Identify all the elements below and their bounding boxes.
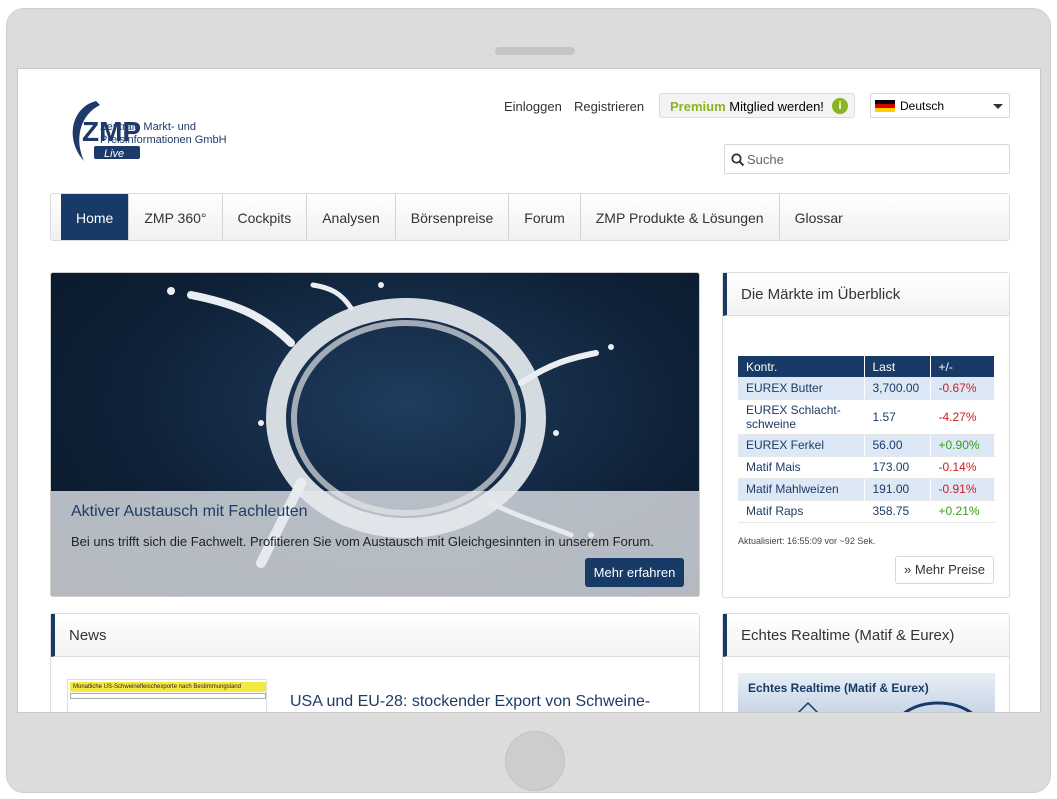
nav-zmp-360[interactable]: ZMP 360° — [129, 194, 223, 240]
hero-caption: Aktiver Austausch mit Fachleuten Bei uns… — [51, 491, 699, 596]
market-last-cell: 358.75 — [864, 500, 931, 523]
language-label: Deutsch — [900, 99, 945, 113]
column-header: +/- — [930, 356, 995, 377]
market-change-cell: +0.90% — [930, 434, 995, 457]
nav-boersenpreise[interactable]: Börsenpreise — [396, 194, 510, 240]
market-last-cell: 3,700.00 — [864, 377, 931, 400]
german-flag-icon — [875, 100, 895, 112]
more-prices-button[interactable]: » Mehr Preise — [895, 556, 994, 584]
premium-label: Mitglied werden! — [725, 99, 824, 114]
nav-glossar[interactable]: Glossar — [780, 194, 858, 240]
tablet-home-button[interactable] — [505, 731, 565, 791]
column-header: Kontr. — [738, 356, 865, 377]
info-icon: i — [832, 98, 848, 114]
table-row[interactable]: Matif Mais 173.00 -0.14% — [738, 456, 995, 479]
market-last-cell: 191.00 — [864, 478, 931, 501]
table-row[interactable]: EUREX Ferkel 56.00 +0.90% — [738, 434, 995, 457]
chevron-down-icon — [993, 104, 1003, 109]
column-header: Last — [864, 356, 931, 377]
language-select[interactable]: Deutsch — [870, 93, 1010, 118]
search-icon — [731, 153, 745, 167]
main-nav: Home ZMP 360° Cockpits Analysen Börsenpr… — [50, 193, 1010, 241]
logo-sub-text: Live — [104, 148, 124, 160]
nav-forum[interactable]: Forum — [509, 194, 581, 240]
news-thumbnail-caption: Monatliche US-Schweinefleischexporte nac… — [70, 682, 266, 692]
last-updated: Aktualisiert: 16:55:09 vor ~92 Sek. — [738, 536, 876, 546]
nav-cockpits[interactable]: Cockpits — [223, 194, 308, 240]
markets-table: Kontr. Last +/- EUREX Butter 3,700.00 -0.6… — [738, 356, 995, 523]
logo-tagline-line2: Preisinformationen GmbH — [100, 134, 227, 146]
hero-more-button[interactable]: Mehr erfahren — [585, 558, 684, 587]
table-row[interactable]: Matif Raps 358.75 +0.21% — [738, 500, 995, 523]
chart-wave-icon — [797, 701, 973, 712]
market-change-cell: -4.27% — [930, 399, 995, 435]
market-change-cell: -0.14% — [930, 456, 995, 479]
table-row[interactable]: Matif Mahlweizen 191.00 -0.91% — [738, 478, 995, 501]
tablet-speaker — [495, 47, 575, 55]
realtime-title: Echtes Realtime (Matif & Eurex) — [723, 614, 1009, 657]
market-last-cell: 173.00 — [864, 456, 931, 479]
market-last-cell: 1.57 — [864, 399, 931, 435]
search-input[interactable] — [747, 149, 997, 169]
login-link[interactable]: Einloggen — [504, 99, 562, 114]
news-panel: News Monatliche US-Schweinefleischexport… — [50, 613, 700, 712]
news-item-title[interactable]: USA und EU-28: stockender Export von Sch… — [290, 692, 690, 712]
news-title: News — [51, 614, 699, 657]
logo-tagline-line1: Zentrale Markt- und — [100, 121, 196, 133]
market-name-cell: Matif Mahlweizen — [738, 478, 865, 501]
realtime-panel: Echtes Realtime (Matif & Eurex) Echtes R… — [722, 613, 1010, 712]
market-change-cell: +0.21% — [930, 500, 995, 523]
search-box — [724, 144, 1010, 174]
register-link[interactable]: Registrieren — [574, 99, 644, 114]
table-row[interactable]: EUREX Butter 3,700.00 -0.67% — [738, 377, 995, 400]
screen: ZMP Live Zentrale Markt- und Preisinform… — [17, 68, 1041, 713]
hero-title: Aktiver Austausch mit Fachleuten — [71, 503, 308, 520]
market-change-cell: -0.67% — [930, 377, 995, 400]
market-name-cell: EUREX Schlacht- schweine — [738, 399, 865, 435]
realtime-banner[interactable]: Echtes Realtime (Matif & Eurex) — [738, 673, 995, 712]
premium-button[interactable]: Premium Mitglied werden! i — [659, 93, 855, 118]
hero-slider[interactable]: Aktiver Austausch mit Fachleuten Bei uns… — [50, 272, 700, 597]
market-name-cell: EUREX Ferkel — [738, 434, 865, 457]
markets-title: Die Märkte im Überblick — [723, 273, 1009, 316]
market-name-cell: EUREX Butter — [738, 377, 865, 400]
logo-tagline: Zentrale Markt- und Preisinformationen G… — [100, 121, 227, 147]
nav-home[interactable]: Home — [61, 194, 130, 240]
chart-legend — [70, 693, 266, 699]
table-row[interactable]: EUREX Schlacht- schweine 1.57 -4.27% — [738, 399, 995, 435]
nav-analysen[interactable]: Analysen — [307, 194, 396, 240]
premium-label-strong: Premium — [670, 99, 726, 114]
market-last-cell: 56.00 — [864, 434, 931, 457]
markets-panel: Die Märkte im Überblick Kontr. Last +/- … — [722, 272, 1010, 598]
market-change-cell: -0.91% — [930, 478, 995, 501]
market-name-cell: Matif Mais — [738, 456, 865, 479]
nav-produkte[interactable]: ZMP Produkte & Lösungen — [581, 194, 780, 240]
market-name-cell: Matif Raps — [738, 500, 865, 523]
news-thumbnail[interactable]: Monatliche US-Schweinefleischexporte nac… — [67, 679, 267, 712]
hero-text: Bei uns trifft sich die Fachwelt. Profit… — [71, 534, 654, 549]
